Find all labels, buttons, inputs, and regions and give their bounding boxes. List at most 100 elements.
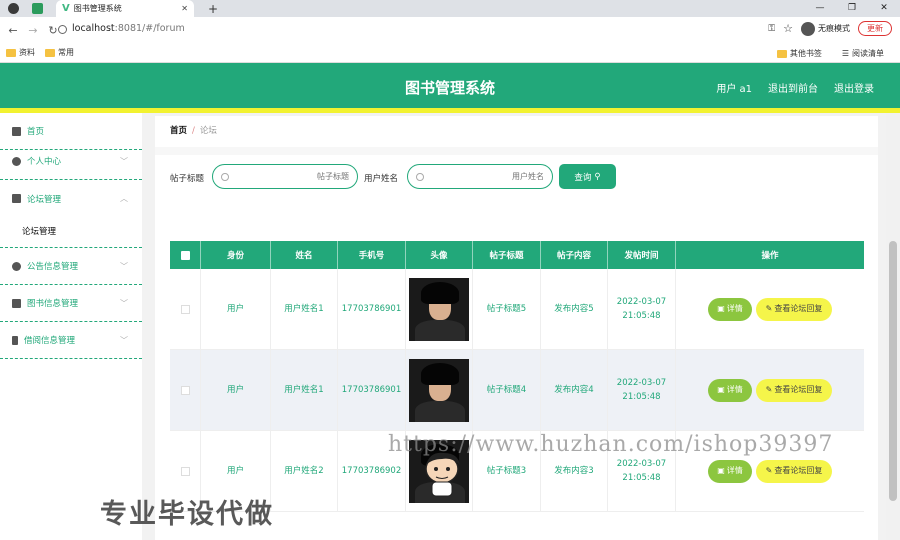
col-title: 帖子标题 bbox=[473, 241, 541, 269]
gauge-icon bbox=[12, 261, 21, 271]
home-icon bbox=[12, 126, 21, 136]
chevron-down-icon: ﹀ bbox=[120, 335, 128, 345]
cell-name: 用户姓名2 bbox=[271, 431, 338, 511]
name-search-input[interactable] bbox=[423, 172, 544, 181]
tab-icon-1[interactable] bbox=[8, 0, 19, 17]
detail-button[interactable]: ▣ 详情 bbox=[708, 378, 752, 402]
row-checkbox[interactable] bbox=[180, 385, 190, 395]
info-icon[interactable] bbox=[58, 25, 67, 34]
chevron-down-icon: ﹀ bbox=[120, 298, 128, 308]
avatar bbox=[409, 277, 469, 341]
reading-list[interactable]: ☰ 阅读清单 bbox=[842, 48, 884, 59]
sidebar-item-forum[interactable]: 论坛管理 ︿ bbox=[0, 180, 142, 217]
watermark-caption: 专业毕设代做 bbox=[100, 499, 274, 530]
folder-icon bbox=[776, 49, 787, 58]
chevron-up-icon: ︿ bbox=[120, 194, 128, 203]
back-to-front-link[interactable]: 退出到前台 bbox=[768, 80, 818, 95]
avatar bbox=[409, 358, 469, 422]
browser-tab-strip: V 图书管理系统 ✕ + — ❐ ✕ bbox=[0, 0, 900, 17]
bookmark-folder-2[interactable]: 常用 bbox=[45, 47, 74, 58]
cell-role: 用户 bbox=[201, 350, 271, 430]
cell-avatar bbox=[406, 269, 473, 349]
cell-time: 2022-03-07 21:05:48 bbox=[608, 350, 676, 430]
search-icon bbox=[416, 172, 424, 181]
current-user: 用户 a1 bbox=[716, 84, 752, 95]
incognito-indicator[interactable]: 无痕模式 bbox=[801, 21, 850, 36]
edit-icon: ✎ bbox=[765, 466, 773, 475]
cell-role: 用户 bbox=[201, 269, 271, 349]
row-select-cell[interactable] bbox=[170, 350, 201, 430]
incognito-icon bbox=[801, 21, 815, 36]
star-icon[interactable]: ☆ bbox=[783, 22, 793, 35]
detail-button[interactable]: ▣ 详情 bbox=[708, 459, 752, 483]
globe-icon bbox=[8, 3, 19, 14]
table-row: 用户 用户姓名1 17703786901 帖子标题5 发布内容5 2022-03-07 2… bbox=[170, 269, 864, 350]
col-role: 身份 bbox=[201, 241, 271, 269]
sidebar-item-profile[interactable]: 个人中心 ﹀ bbox=[0, 143, 142, 180]
table-header: 身份 姓名 手机号 头像 帖子标题 帖子内容 发帖时间 操作 bbox=[170, 241, 864, 269]
scrollbar-thumb[interactable] bbox=[889, 241, 897, 501]
tab-icon-2[interactable] bbox=[32, 0, 43, 17]
query-button[interactable]: 查询 ⚲ bbox=[559, 164, 616, 189]
view-reply-button[interactable]: ✎ 查看论坛回复 bbox=[756, 459, 832, 483]
cell-name: 用户姓名1 bbox=[271, 269, 338, 349]
sidebar-item-books[interactable]: 图书信息管理 ﹀ bbox=[0, 285, 142, 322]
row-select-cell[interactable] bbox=[170, 269, 201, 349]
bookmarks-bar: 资料 常用 其他书签 ☰ 阅读清单 bbox=[0, 43, 900, 63]
title-search-label: 帖子标题 bbox=[170, 174, 205, 184]
detail-button[interactable]: ▣ 详情 bbox=[708, 297, 752, 321]
user-icon bbox=[12, 156, 21, 166]
scrollbar[interactable] bbox=[886, 113, 900, 540]
tab-title: 图书管理系统 bbox=[73, 4, 122, 13]
edit-icon: ✎ bbox=[765, 304, 773, 313]
title-search-box[interactable] bbox=[212, 164, 358, 189]
col-phone: 手机号 bbox=[338, 241, 406, 269]
tab-active[interactable]: V 图书管理系统 ✕ bbox=[56, 0, 194, 17]
other-bookmarks[interactable]: 其他书签 bbox=[776, 48, 822, 59]
key-icon[interactable]: ⚿ bbox=[768, 24, 775, 34]
new-tab-button[interactable]: + bbox=[208, 0, 218, 17]
window-close-icon[interactable]: ✕ bbox=[868, 0, 900, 17]
sidebar-item-borrow[interactable]: 借阅信息管理 ﹀ bbox=[0, 322, 142, 359]
table-row: 用户 用户姓名1 17703786901 帖子标题4 发布内容4 2022-03-07 2… bbox=[170, 350, 864, 431]
title-search-input[interactable] bbox=[228, 172, 349, 181]
sidebar-item-notice[interactable]: 公告信息管理 ﹀ bbox=[0, 248, 142, 285]
select-all-cell[interactable] bbox=[170, 241, 201, 269]
row-checkbox[interactable] bbox=[180, 466, 190, 476]
cell-content: 发布内容4 bbox=[541, 350, 608, 430]
cell-avatar bbox=[406, 350, 473, 430]
clipboard-icon bbox=[12, 194, 21, 203]
cell-title: 帖子标题4 bbox=[473, 350, 541, 430]
window-controls: — ❐ ✕ bbox=[804, 0, 900, 17]
view-reply-button[interactable]: ✎ 查看论坛回复 bbox=[756, 297, 832, 321]
chevron-down-icon: ﹀ bbox=[120, 156, 128, 166]
sidebar-subitem-forum[interactable]: 论坛管理 bbox=[0, 214, 142, 248]
cell-phone: 17703786901 bbox=[338, 269, 406, 349]
restore-icon[interactable]: ❐ bbox=[836, 0, 868, 17]
address-bar: ← → ↻ localhost:8081/#/forum ⚿ ☆ 无痕模式 更新 bbox=[0, 17, 900, 43]
view-reply-button[interactable]: ✎ 查看论坛回复 bbox=[756, 378, 832, 402]
select-all-checkbox[interactable] bbox=[180, 250, 190, 260]
divider bbox=[155, 147, 878, 155]
cell-actions: ▣ 详情 ✎ 查看论坛回复 bbox=[676, 269, 864, 349]
name-search-box[interactable] bbox=[407, 164, 553, 189]
folder-icon bbox=[45, 48, 55, 57]
edit-icon: ✎ bbox=[765, 385, 773, 394]
bookmark-folder-1[interactable]: 资料 bbox=[6, 47, 35, 58]
forward-icon[interactable]: → bbox=[26, 24, 40, 37]
col-avatar: 头像 bbox=[406, 241, 473, 269]
logout-link[interactable]: 退出登录 bbox=[834, 80, 874, 95]
url-field[interactable]: localhost:8081/#/forum bbox=[72, 23, 185, 34]
col-content: 帖子内容 bbox=[541, 241, 608, 269]
back-icon[interactable]: ← bbox=[6, 24, 20, 37]
monitor-icon bbox=[12, 298, 21, 308]
cell-content: 发布内容5 bbox=[541, 269, 608, 349]
breadcrumb-home[interactable]: 首页 bbox=[170, 126, 187, 136]
cell-actions: ▣ 详情 ✎ 查看论坛回复 bbox=[676, 350, 864, 430]
detail-icon: ▣ bbox=[717, 466, 725, 475]
minimize-icon[interactable]: — bbox=[804, 0, 836, 17]
row-checkbox[interactable] bbox=[180, 304, 190, 314]
breadcrumb: 首页 / 论坛 bbox=[170, 126, 217, 136]
close-icon[interactable]: ✕ bbox=[181, 4, 188, 13]
update-button[interactable]: 更新 bbox=[858, 21, 892, 36]
